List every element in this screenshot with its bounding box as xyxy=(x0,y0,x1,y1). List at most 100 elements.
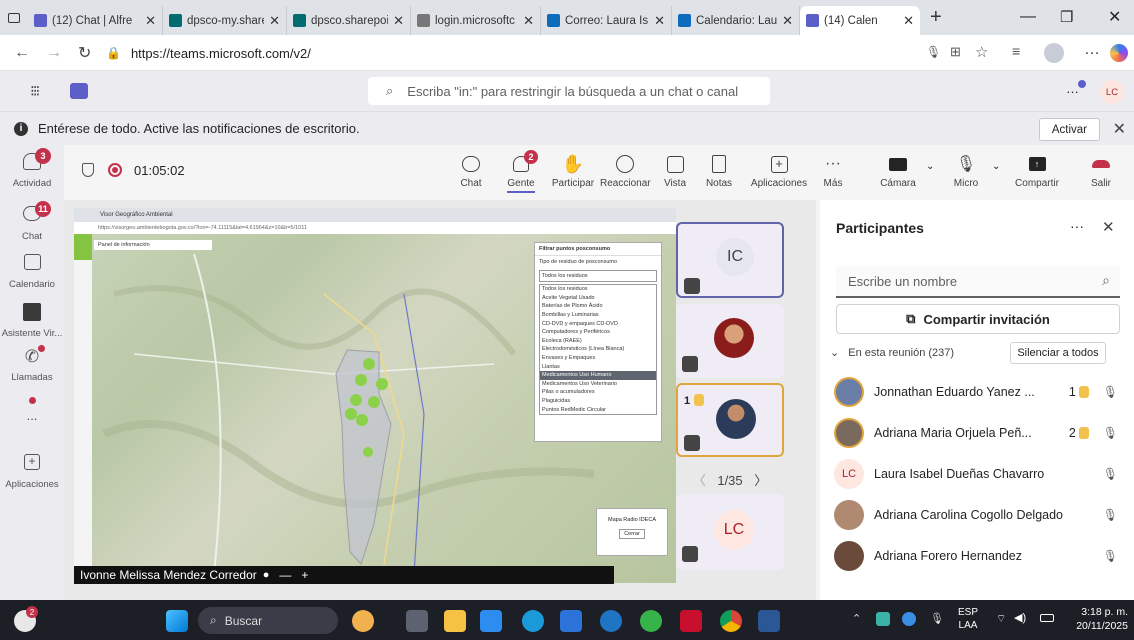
clock[interactable]: 3:18 p. m. 20/11/2025 xyxy=(1064,605,1128,633)
close-tab-icon[interactable]: ✕ xyxy=(523,13,534,29)
rail-apps[interactable]: + Aplicaciones xyxy=(0,451,64,490)
popup-close-button[interactable]: Cerrar xyxy=(619,529,645,539)
site-info-icon[interactable]: 🔒 xyxy=(106,46,121,60)
start-icon[interactable] xyxy=(166,610,188,632)
participant-row[interactable]: Adriana Maria Orjuela Peñ... 2 🎙 xyxy=(834,415,1124,451)
prev-page-icon[interactable]: 〈 xyxy=(693,473,706,488)
tray-app-icon[interactable] xyxy=(902,612,916,626)
restore-icon[interactable]: ❐ xyxy=(1060,8,1073,26)
refresh-icon[interactable]: ↻ xyxy=(78,43,91,63)
new-tab-button[interactable]: + xyxy=(930,6,942,29)
more-options-icon[interactable]: … xyxy=(1084,41,1100,59)
section-toggle[interactable]: ⌄ En esta reunión (237) xyxy=(830,346,954,359)
rail-chat[interactable]: 11 Chat xyxy=(0,201,64,242)
filter-option[interactable]: Bombillas y Luminarias xyxy=(540,311,656,320)
chrome-icon[interactable] xyxy=(720,610,742,632)
back-icon[interactable]: ← xyxy=(14,44,30,62)
browser-tab[interactable]: (12) Chat | Alfre ✕ xyxy=(28,6,163,35)
close-tab-icon[interactable]: ✕ xyxy=(145,13,156,29)
participant-row[interactable]: Jonnathan Eduardo Yanez ... 1 🎙 xyxy=(834,374,1124,410)
mic-button[interactable]: 🎙 Micro xyxy=(948,152,984,189)
participant-row[interactable]: Adriana Forero Hernandez 🎙 xyxy=(834,538,1124,574)
participant-row[interactable]: Adriana Carolina Cogollo Delgado 🎙 xyxy=(834,497,1124,533)
activate-button[interactable]: Activar xyxy=(1038,118,1100,141)
app-available-icon[interactable]: ⊞ xyxy=(950,44,961,60)
video-tile[interactable]: 1 xyxy=(676,383,784,457)
store-icon[interactable] xyxy=(560,610,582,632)
filter-option[interactable]: Plaguicidas xyxy=(540,397,656,406)
panel-more-icon[interactable]: ··· xyxy=(1070,218,1084,234)
battery-icon[interactable] xyxy=(1040,614,1054,622)
volume-icon[interactable]: ◀) xyxy=(1014,611,1026,624)
forward-icon[interactable]: → xyxy=(46,44,62,62)
close-tab-icon[interactable]: ✕ xyxy=(782,13,793,29)
chat-button[interactable]: Chat xyxy=(456,152,486,189)
rail-more[interactable]: ... xyxy=(0,397,64,423)
filter-option[interactable]: Ecoleca (RAEE) xyxy=(540,337,656,346)
rail-assistant[interactable]: Asistente Vir... xyxy=(0,301,64,339)
filter-option[interactable]: Baterías de Plomo Ácido xyxy=(540,302,656,311)
read-aloud-icon[interactable]: 🎙 xyxy=(926,45,941,59)
filter-option[interactable]: Puntos RedMedic Circular xyxy=(540,405,656,414)
filter-option[interactable]: Llantas xyxy=(540,362,656,371)
filter-option[interactable]: Todos los residuos xyxy=(540,285,656,294)
app-launcher-icon[interactable]: ⁝⁝⁝ xyxy=(30,82,40,100)
share-button[interactable]: ↑ Compartir xyxy=(1010,152,1064,189)
close-window-icon[interactable]: ✕ xyxy=(1108,7,1121,27)
browser-tab[interactable]: Correo: Laura Is ✕ xyxy=(541,6,672,35)
wifi-icon[interactable]: ⌔ xyxy=(996,612,1006,626)
mcafee-icon[interactable] xyxy=(680,610,702,632)
profile-avatar[interactable] xyxy=(1044,43,1064,63)
video-tile[interactable] xyxy=(676,304,784,378)
tray-chevron-icon[interactable]: ⌃ xyxy=(852,612,861,625)
rail-calendar[interactable]: Calendario xyxy=(0,251,64,290)
filter-option[interactable]: Pilas o acumuladores xyxy=(540,388,656,397)
apps-button[interactable]: + Aplicaciones xyxy=(748,152,810,189)
filter-option[interactable]: CD-DVD y empaques CD-DVD xyxy=(540,319,656,328)
browser-tab[interactable]: Calendario: Lau ✕ xyxy=(672,6,800,35)
browser-tab[interactable]: dpsco.sharepoi ✕ xyxy=(287,6,411,35)
panel-close-icon[interactable]: ✕ xyxy=(1102,218,1115,236)
react-button[interactable]: Reaccionar xyxy=(600,152,651,189)
favorites-bar-icon[interactable]: ≡ xyxy=(1012,43,1020,59)
taskbar-search[interactable]: ⌕ Buscar xyxy=(198,607,338,634)
filter-option[interactable]: Computadores y Periféricos xyxy=(540,328,656,337)
language-indicator[interactable]: ESP LAA xyxy=(958,606,978,632)
mic-options-chevron-icon[interactable]: ⌄ xyxy=(992,161,1000,172)
user-avatar[interactable]: LC xyxy=(1100,80,1124,104)
camera-button[interactable]: Cámara xyxy=(876,152,920,189)
participant-row[interactable]: LC Laura Isabel Dueñas Chavarro 🎙 xyxy=(834,456,1124,492)
filter-option[interactable]: Medicamentos Uso Veterinario xyxy=(540,380,656,389)
more-button[interactable]: ··· Más xyxy=(820,152,846,189)
view-button[interactable]: Vista xyxy=(660,152,690,189)
mute-all-button[interactable]: Silenciar a todos xyxy=(1010,342,1106,364)
task-view-icon[interactable] xyxy=(406,610,428,632)
filter-option[interactable]: Envases y Empaques xyxy=(540,354,656,363)
close-tab-icon[interactable]: ✕ xyxy=(654,13,665,29)
filter-select[interactable]: Todos los residuos xyxy=(539,270,657,282)
close-tab-icon[interactable]: ✕ xyxy=(269,13,280,29)
next-page-icon[interactable]: 〉 xyxy=(754,473,767,488)
tray-mic-icon[interactable]: 🎙 xyxy=(930,612,944,625)
close-tab-icon[interactable]: ✕ xyxy=(903,13,914,29)
search-input[interactable]: ⌕ Escriba "in:" para restringir la búsqu… xyxy=(368,77,770,105)
dismiss-icon[interactable]: ✕ xyxy=(1113,119,1126,139)
presenter-minimize-icon[interactable]: — xyxy=(279,568,291,582)
browser-tab[interactable]: login.microsoftc ✕ xyxy=(411,6,541,35)
hp-icon[interactable] xyxy=(600,610,622,632)
tab-actions-icon[interactable] xyxy=(0,0,28,35)
photos-icon[interactable] xyxy=(480,610,502,632)
filter-option[interactable]: Electrodomésticos (Línea Blanca) xyxy=(540,345,656,354)
favorite-icon[interactable]: ☆ xyxy=(975,43,988,61)
video-tile[interactable]: LC xyxy=(676,494,784,570)
minimize-icon[interactable]: — xyxy=(1020,8,1036,26)
camera-options-chevron-icon[interactable]: ⌄ xyxy=(926,161,934,172)
edge-icon[interactable] xyxy=(522,610,544,632)
tray-app-icon[interactable] xyxy=(876,612,890,626)
notes-button[interactable]: Notas xyxy=(704,152,734,189)
copilot-icon[interactable] xyxy=(1110,44,1128,62)
file-explorer-icon[interactable] xyxy=(444,610,466,632)
filter-option[interactable]: Aceite Vegetal Usado xyxy=(540,294,656,303)
participant-search-input[interactable]: Escribe un nombre ⌕ xyxy=(836,266,1120,298)
info-panel-header[interactable]: Panel de información xyxy=(94,240,212,250)
